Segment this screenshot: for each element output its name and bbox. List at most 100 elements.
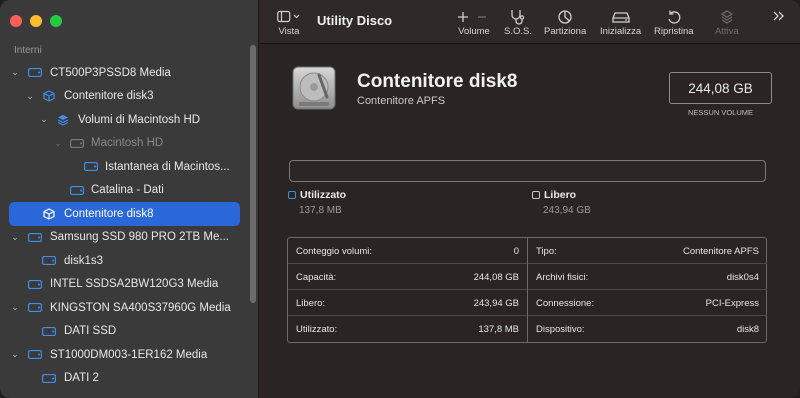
drive-icon <box>28 302 42 314</box>
first-aid-button[interactable]: S.O.S. <box>504 8 532 37</box>
window-controls <box>10 15 62 27</box>
info-column-right: Tipo: Contenitore APFS Archivi fisici: dis… <box>528 238 767 342</box>
free-value: 243,94 GB <box>543 205 591 216</box>
sidebar-item-intel-ssd[interactable]: INTEL SSDSA2BW120G3 Media <box>0 273 250 297</box>
info-key: Utilizzato: <box>296 324 338 335</box>
chevron-down-icon[interactable]: ⌄ <box>10 232 20 243</box>
info-key: Capacità: <box>296 272 337 283</box>
sidebar-item-label: Contenitore disk8 <box>64 207 154 220</box>
toolbar: Vista Utility Disco Volume S.O.S. Partiz… <box>260 0 800 44</box>
chevron-down-icon[interactable]: ⌄ <box>10 67 20 78</box>
chevron-down-icon[interactable]: ⌄ <box>25 91 35 102</box>
sidebar-item-snapshot[interactable]: Istantanea di Macintos... <box>0 155 250 179</box>
info-key: Archivi fisici: <box>536 272 589 283</box>
sidebar-item-label: Istantanea di Macintos... <box>105 160 230 173</box>
sidebar-item-st1000dm003[interactable]: ⌄ ST1000DM003-1ER162 Media <box>0 343 250 367</box>
used-legend: Utilizzato 137,8 MB <box>288 189 346 216</box>
info-row-volume-count: Conteggio volumi: 0 <box>288 238 527 264</box>
sidebar-item-label: disk1s3 <box>64 254 103 267</box>
disk-size-caption: NESSUN VOLUME <box>687 108 753 117</box>
minimize-window-button[interactable] <box>30 15 42 27</box>
sidebar-item-dati-ssd[interactable]: DATI SSD <box>0 320 250 344</box>
sidebar-item-dati-2[interactable]: DATI 2 <box>0 367 250 391</box>
sidebar-scrollbar[interactable] <box>250 45 256 303</box>
volume-button-label: Volume <box>458 26 490 37</box>
free-label: Libero <box>544 189 577 201</box>
app-title: Utility Disco <box>317 13 393 28</box>
disk-drive-icon <box>289 65 339 111</box>
free-swatch <box>532 191 540 199</box>
chevron-down-icon[interactable]: ⌄ <box>39 114 49 125</box>
volume-group-icon <box>56 114 70 126</box>
sidebar-item-label: Macintosh HD <box>91 137 164 150</box>
disk-utility-window: Interni ⌄ CT500P3PSSD8 Media ⌄ Contenito… <box>0 0 800 398</box>
info-value: Contenitore APFS <box>682 246 759 257</box>
pie-chart-icon <box>557 8 573 26</box>
used-label: Utilizzato <box>300 189 347 201</box>
snapshot-icon <box>84 161 98 173</box>
add-remove-volume-icon <box>457 8 491 26</box>
info-key: Tipo: <box>536 246 557 257</box>
info-key: Dispositivo: <box>536 324 585 335</box>
free-legend: Libero 243,94 GB <box>532 189 591 216</box>
sidebar-item-catalina-data[interactable]: Catalina - Dati <box>0 179 250 203</box>
info-row-used: Utilizzato: 137,8 MB <box>288 316 527 342</box>
drive-icon <box>28 67 42 79</box>
sidebar-item-label: CT500P3PSSD8 Media <box>50 66 171 79</box>
info-table: Conteggio volumi: 0 Capacità: 244,08 GB Li… <box>287 237 767 343</box>
volume-icon <box>70 137 84 149</box>
chevron-down-icon[interactable]: ⌄ <box>53 138 63 149</box>
mount-button[interactable]: Attiva <box>715 8 739 37</box>
volume-button[interactable]: Volume <box>457 8 491 37</box>
info-value: PCI-Express <box>705 298 759 309</box>
sidebar-item-volume-group[interactable]: ⌄ Volumi di Macintosh HD <box>0 108 250 132</box>
info-row-capacity: Capacità: 244,08 GB <box>288 264 527 290</box>
info-value: disk8 <box>736 324 759 335</box>
disk-title: Contenitore disk8 <box>357 71 518 92</box>
sidebar-item-label: DATI SSD <box>64 325 117 338</box>
info-row-free: Libero: 243,94 GB <box>288 290 527 316</box>
used-swatch <box>288 191 296 199</box>
container-icon <box>42 208 56 220</box>
restore-button-label: Ripristina <box>654 26 694 37</box>
chevron-down-icon[interactable]: ⌄ <box>10 349 20 360</box>
volume-icon <box>42 325 56 337</box>
main-panel: Contenitore disk8 Contenitore APFS 244,0… <box>260 45 800 398</box>
info-row-type: Tipo: Contenitore APFS <box>528 238 767 264</box>
info-row-device: Dispositivo: disk8 <box>528 316 767 342</box>
sidebar-item-samsung-ssd[interactable]: ⌄ Samsung SSD 980 PRO 2TB Me... <box>0 226 250 250</box>
info-value: 137,8 MB <box>478 324 519 335</box>
sidebar-item-label: Contenitore disk3 <box>64 90 154 103</box>
erase-button[interactable]: Inizializza <box>600 8 641 37</box>
container-icon <box>42 90 56 102</box>
sidebar-item-macintosh-hd[interactable]: ⌄ Macintosh HD <box>0 132 250 156</box>
chevron-down-icon[interactable]: ⌄ <box>10 302 20 313</box>
sidebar-item-kingston-ssd[interactable]: ⌄ KINGSTON SA400S37960G Media <box>0 296 250 320</box>
erase-button-label: Inizializza <box>600 26 642 37</box>
sidebar-item-label: KINGSTON SA400S37960G Media <box>50 301 231 314</box>
restore-button[interactable]: Ripristina <box>654 8 694 37</box>
info-value: 244,08 GB <box>473 272 519 283</box>
drive-erase-icon <box>611 8 631 26</box>
info-value: 0 <box>513 246 519 257</box>
sidebar-item-label: DATI 2 <box>64 372 99 385</box>
view-button-label: Vista <box>278 26 300 37</box>
sidebar-item-container-disk3[interactable]: ⌄ Contenitore disk3 <box>0 85 250 109</box>
view-button[interactable]: Vista <box>277 8 301 37</box>
mount-button-label: Attiva <box>715 26 739 37</box>
disk-subtitle: Contenitore APFS <box>357 95 446 107</box>
sidebar-item-container-disk8[interactable]: Contenitore disk8 <box>9 202 240 226</box>
toolbar-overflow-button[interactable] <box>772 7 786 25</box>
partition-button[interactable]: Partiziona <box>544 8 586 37</box>
info-key: Libero: <box>296 298 326 309</box>
sidebar-item-disk1s3[interactable]: disk1s3 <box>0 249 250 273</box>
mount-icon <box>720 8 734 26</box>
close-window-button[interactable] <box>10 15 22 27</box>
sidebar-item-label: Samsung SSD 980 PRO 2TB Me... <box>50 231 229 244</box>
sidebar-view-icon <box>277 8 301 26</box>
volume-icon <box>42 255 56 267</box>
sidebar-item-ct500p3pssd8[interactable]: ⌄ CT500P3PSSD8 Media <box>0 61 250 85</box>
sidebar-item-label: ST1000DM003-1ER162 Media <box>50 348 208 361</box>
zoom-window-button[interactable] <box>50 15 62 27</box>
usage-bar <box>289 160 766 182</box>
